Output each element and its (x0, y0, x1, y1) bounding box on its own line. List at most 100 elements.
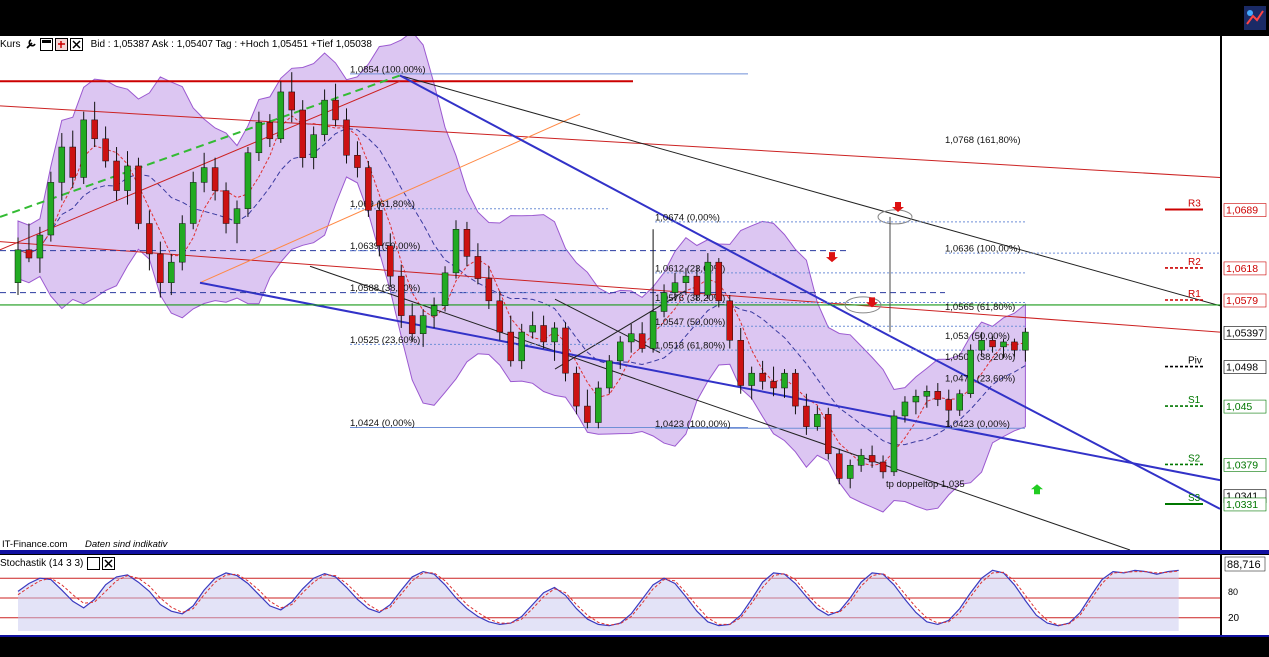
candle-body (638, 333, 646, 349)
stochastic-chart[interactable] (0, 555, 1220, 635)
candle-body (189, 182, 197, 224)
candle-body (507, 331, 514, 362)
pivot-label-s3: S3 (1188, 493, 1201, 504)
close-icon[interactable] (69, 37, 83, 51)
candle-body (562, 327, 569, 374)
candle-body (496, 300, 504, 333)
pivot-label-s2: S2 (1188, 453, 1201, 464)
candle-body (376, 210, 383, 246)
price-axis-label: 1,0379 (1223, 458, 1267, 472)
candle-body (879, 461, 887, 473)
candle-body (343, 119, 350, 156)
candle-body (474, 256, 482, 279)
candle-body (726, 300, 733, 341)
candle-body (266, 122, 274, 140)
candle-body (518, 331, 525, 362)
stochastic-toolbar: Stochastik (14 3 3) (0, 555, 118, 571)
fib-annotation-label: 1,0674 (0,00%) (655, 212, 720, 223)
close-icon-stoch[interactable] (102, 556, 116, 570)
fib-annotation-label: 1,0423 (100,00%) (655, 419, 731, 430)
candle-body (102, 138, 109, 162)
candle-body (80, 119, 87, 178)
chart-cursor-icon[interactable] (1244, 6, 1266, 30)
candle-body (814, 414, 821, 427)
candle-body (945, 399, 952, 411)
window-icon[interactable] (39, 37, 53, 51)
fib-annotation-label: 1,0504 (38,20%) (945, 352, 1015, 363)
candle-body (310, 134, 317, 158)
fib-annotation-label: 1,0588 (38,20%) (350, 283, 420, 294)
chart-toolbar: Kurs Bid : 1,05387 Ask : 1,05407 Tag : +… (0, 36, 372, 52)
stochastic-label: Stochastik (14 3 3) (0, 557, 84, 569)
fib-annotation-label: tp doppeltop 1,035 (886, 479, 965, 490)
window-icon-stoch[interactable] (87, 556, 101, 570)
candle (595, 381, 602, 429)
candle-body (354, 154, 361, 168)
candle-body (387, 245, 394, 277)
candle-body (978, 340, 985, 351)
candle-body (682, 275, 690, 283)
instrument-label: Kurs (0, 38, 21, 50)
candle-body (759, 372, 766, 382)
fib-annotation-label: 1,0854 (100,00%) (350, 64, 426, 75)
candle (715, 258, 723, 308)
svg-text:1,045: 1,045 (1226, 401, 1252, 413)
candle (562, 322, 569, 382)
fib-annotation-label: 1,0768 (161,80%) (945, 135, 1021, 146)
candle-body (890, 415, 898, 473)
candle-body (934, 391, 942, 400)
pivot-label-r3: R3 (1188, 199, 1201, 210)
candle-body (857, 455, 865, 466)
pivot-label-r2: R2 (1188, 257, 1201, 268)
candle (726, 295, 733, 349)
candle-body (398, 275, 405, 316)
candle-body (419, 315, 427, 334)
candle-body (737, 340, 744, 386)
candle-body (113, 160, 120, 191)
minimize-icon[interactable] (54, 37, 68, 51)
price-chart-panel[interactable]: 1,0854 (100,00%) 1,0768 (161,80%) 1,069 (6… (0, 36, 1220, 550)
candle (80, 111, 87, 185)
stochastic-panel[interactable] (0, 555, 1220, 635)
candle-body (441, 272, 449, 306)
candle-body (321, 99, 328, 135)
price-axis-label: 1,0331 (1223, 497, 1267, 512)
candle-body (573, 372, 580, 407)
source-text: IT-Finance.com (2, 539, 68, 550)
candle-body (595, 387, 602, 423)
candle-body (58, 146, 66, 183)
candle-body (967, 349, 974, 394)
candle-body (463, 229, 471, 257)
candle-body (770, 381, 777, 389)
fib-annotation-label: 1,0547 (50,00%) (655, 317, 725, 328)
candle-body (332, 99, 339, 121)
price-axis-label: 1,0579 (1223, 293, 1267, 308)
candle-body (408, 315, 416, 334)
fib-annotation-label: 1,0478 (23,60%) (945, 374, 1015, 385)
price-axis-label: 1,0618 (1223, 261, 1267, 276)
buy-arrow (1031, 484, 1043, 495)
candle-body (299, 109, 306, 158)
price-chart[interactable]: 1,0854 (100,00%) 1,0768 (161,80%) 1,069 (6… (0, 36, 1220, 550)
fib-annotation-label: 1,0565 (61,80%) (945, 302, 1015, 313)
fib-annotation-label: 1,053 (50,00%) (945, 331, 1010, 342)
svg-text:1,0498: 1,0498 (1226, 362, 1258, 374)
svg-text:1,0579: 1,0579 (1226, 295, 1258, 307)
candle-body (956, 393, 963, 411)
pivot-label-s1: S1 (1188, 395, 1201, 406)
wrench-icon[interactable] (25, 38, 38, 51)
candle-body (584, 405, 591, 423)
candle-body (693, 275, 701, 296)
fib-annotation-label: 1,0518 (61,80%) (655, 341, 725, 352)
candle-body (1000, 341, 1007, 348)
candle-body (244, 152, 252, 209)
candle-body (222, 190, 230, 224)
candle-body (529, 325, 536, 333)
candle-body (485, 278, 493, 302)
candle-body (868, 455, 876, 463)
candle-body (47, 182, 55, 236)
fib-annotation-label: 1,0612 (23,60%) (655, 263, 725, 274)
candle-body (157, 253, 164, 283)
stochastic-axis: 88,716 80 20 (1222, 555, 1269, 635)
candle-body (836, 453, 843, 479)
